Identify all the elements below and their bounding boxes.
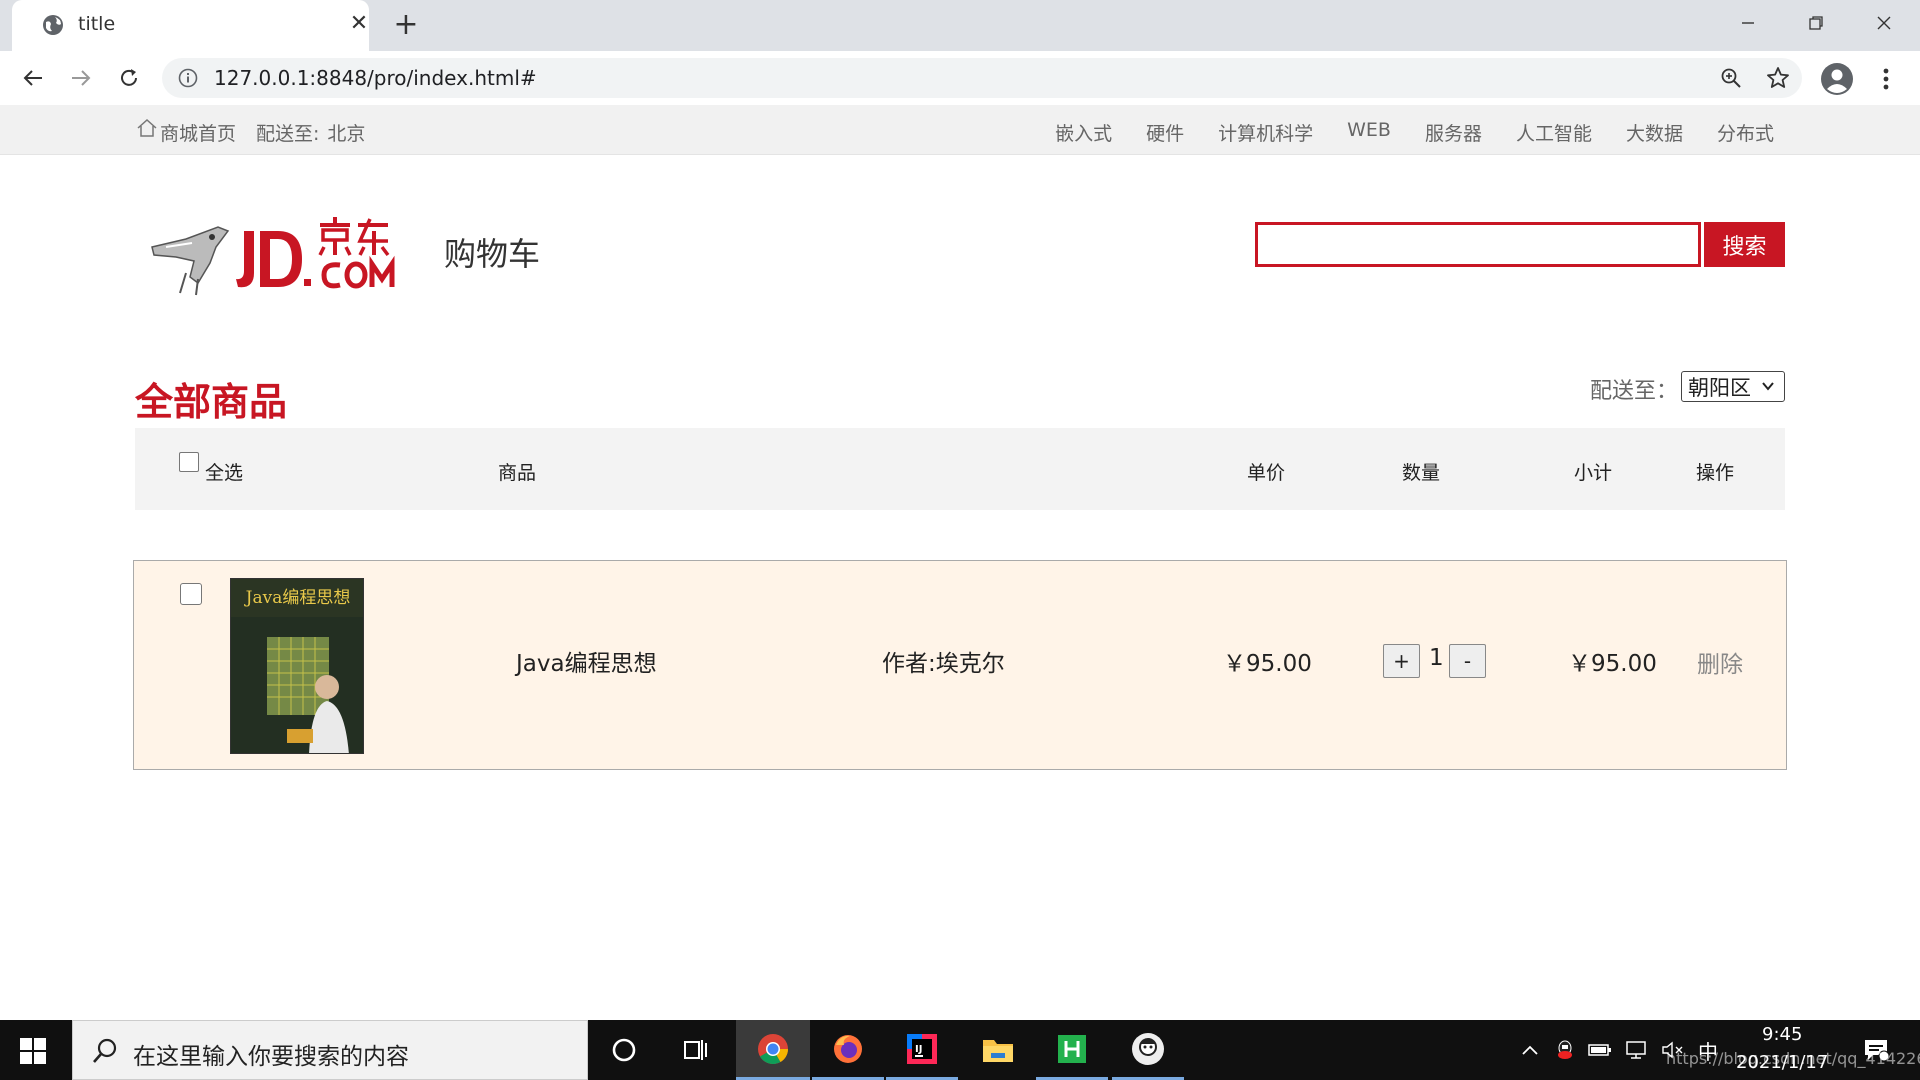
chevron-down-icon (1762, 382, 1774, 391)
item-author: 作者:埃克尔 (882, 651, 1005, 677)
category-link[interactable]: 嵌入式 (1055, 119, 1112, 146)
item-subtotal: ￥95.00 (1568, 651, 1657, 677)
reload-icon[interactable] (114, 63, 144, 93)
url-text[interactable]: 127.0.0.1:8848/pro/index.html# (214, 66, 537, 90)
new-tab-icon[interactable]: + (390, 9, 422, 41)
deliver-area-label: 配送至： (1590, 379, 1679, 404)
category-link[interactable]: 服务器 (1425, 119, 1482, 146)
browser-toolbar: 127.0.0.1:8848/pro/index.html# (0, 51, 1920, 105)
qq-tray-icon[interactable] (1552, 1020, 1578, 1080)
browser-tab[interactable]: title ✕ (12, 0, 369, 51)
zoom-icon[interactable] (1720, 67, 1742, 89)
back-arrow-icon[interactable] (18, 63, 48, 93)
bookmark-star-icon[interactable] (1766, 66, 1790, 90)
network-icon[interactable] (1622, 1020, 1652, 1080)
category-link[interactable]: WEB (1347, 119, 1391, 146)
tab-close-icon[interactable]: ✕ (346, 11, 372, 37)
window-restore-icon[interactable] (1796, 8, 1836, 38)
book-cover-image[interactable]: Java编程思想 (230, 578, 364, 754)
item-price: ￥95.00 (1223, 651, 1312, 677)
category-link[interactable]: 计算机科学 (1218, 119, 1313, 146)
all-products-heading: 全部商品 (135, 380, 288, 424)
site-topbar: 商城首页 配送至: 北京 嵌入式 硬件 计算机科学 WEB 服务器 人工智能 大数… (0, 105, 1920, 155)
web-page: 商城首页 配送至: 北京 嵌入式 硬件 计算机科学 WEB 服务器 人工智能 大数… (0, 105, 1920, 1020)
column-quantity: 数量 (1402, 462, 1441, 484)
search-input[interactable] (1255, 222, 1701, 267)
delete-item-link[interactable]: 删除 (1697, 645, 1743, 679)
globe-icon (43, 15, 63, 35)
window-minimize-icon[interactable] (1728, 8, 1768, 38)
windows-start-icon[interactable] (20, 1038, 46, 1064)
cart-table-header: 全选 商品 单价 数量 小计 操作 (135, 428, 1785, 510)
cart-item-row: Java编程思想 Java编程思想 作者:埃克尔 ￥95.00 + 1 - ￥9… (133, 560, 1787, 770)
column-action: 操作 (1696, 462, 1735, 484)
browser-tabstrip: title ✕ + (0, 0, 1920, 51)
category-link[interactable]: 大数据 (1626, 119, 1683, 146)
search-icon (93, 1038, 117, 1063)
kebab-menu-icon[interactable] (1874, 65, 1898, 93)
svg-text:IJ: IJ (915, 1044, 922, 1055)
deliver-city: 北京 (327, 123, 366, 145)
info-icon[interactable] (178, 68, 198, 88)
forward-arrow-icon[interactable] (66, 63, 96, 93)
firefox-taskbar-icon[interactable] (812, 1020, 884, 1080)
chrome-taskbar-icon[interactable] (736, 1020, 810, 1080)
column-subtotal: 小计 (1574, 462, 1613, 484)
item-checkbox[interactable] (180, 583, 202, 605)
csdn-watermark: https://blog.csdn.net/qq_41422688 (1666, 1049, 1920, 1068)
quantity-increase-button[interactable]: + (1383, 644, 1420, 678)
category-link[interactable]: 人工智能 (1516, 119, 1592, 146)
quantity-decrease-button[interactable]: - (1449, 644, 1486, 678)
task-view-icon[interactable] (660, 1020, 732, 1080)
deliver-area-select[interactable]: 朝阳区 (1681, 371, 1785, 402)
taskbar-search-placeholder: 在这里输入你要搜索的内容 (133, 1044, 409, 1070)
file-explorer-taskbar-icon[interactable] (962, 1020, 1034, 1080)
taskbar-search-box[interactable]: 在这里输入你要搜索的内容 (72, 1020, 588, 1080)
book-cover-art: Java编程思想 (231, 579, 363, 753)
item-name[interactable]: Java编程思想 (516, 644, 657, 678)
tab-title: title (78, 13, 116, 35)
deliver-to-city[interactable]: 配送至: 北京 (256, 119, 365, 146)
hbuilder-taskbar-icon[interactable] (1036, 1020, 1108, 1080)
column-price: 单价 (1247, 462, 1286, 484)
clock-time[interactable]: 9:45 (1762, 1024, 1802, 1045)
address-bar[interactable]: 127.0.0.1:8848/pro/index.html# (162, 58, 1802, 98)
deliver-label: 配送至: (256, 123, 320, 145)
avatar-app-taskbar-icon[interactable] (1112, 1020, 1184, 1080)
category-nav: 嵌入式 硬件 计算机科学 WEB 服务器 人工智能 大数据 分布式 (1055, 119, 1774, 146)
home-icon[interactable] (136, 117, 158, 139)
cart-page-title: 购物车 (444, 235, 541, 273)
battery-icon[interactable] (1586, 1020, 1614, 1080)
cortana-icon[interactable] (588, 1020, 660, 1080)
window-close-icon[interactable] (1864, 8, 1904, 38)
intellij-taskbar-icon[interactable]: IJ (886, 1020, 958, 1080)
deliver-area-value: 朝阳区 (1688, 375, 1751, 400)
windows-taskbar: 在这里输入你要搜索的内容 IJ 中 9:45 2021/1/17 (0, 1020, 1920, 1080)
jd-logo[interactable] (146, 217, 416, 297)
tray-chevron-up-icon[interactable] (1518, 1020, 1542, 1080)
quantity-value: 1 (1429, 645, 1444, 671)
home-link[interactable]: 商城首页 (160, 119, 236, 146)
column-product: 商品 (498, 462, 537, 484)
select-all-checkbox[interactable] (179, 452, 199, 472)
search-button[interactable]: 搜索 (1704, 222, 1785, 267)
profile-avatar-icon[interactable] (1820, 62, 1854, 96)
select-all-label[interactable]: 全选 (205, 458, 243, 485)
cover-title: Java编程思想 (244, 588, 351, 608)
category-link[interactable]: 分布式 (1717, 119, 1774, 146)
category-link[interactable]: 硬件 (1146, 119, 1184, 146)
